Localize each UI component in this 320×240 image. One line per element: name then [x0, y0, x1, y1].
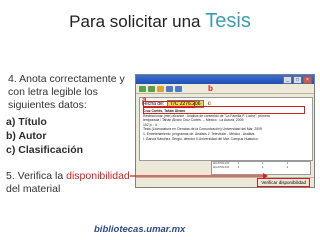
back-icon[interactable]: [139, 85, 146, 92]
folder-icon[interactable]: [157, 85, 164, 92]
table-cell: HUATULCO: [213, 164, 230, 169]
table-row: HUATULCO 1 1 1: [212, 164, 310, 170]
step-5-suffix: del material: [6, 183, 61, 195]
minimize-icon[interactable]: _: [283, 75, 292, 84]
print-icon[interactable]: [166, 85, 173, 92]
close-icon[interactable]: ×: [303, 75, 312, 84]
option-classification: c) Clasificación: [6, 144, 84, 156]
step-5-highlight: disponibilidad: [66, 170, 130, 182]
window-toolbar: [136, 84, 314, 94]
option-author: b) Autor: [6, 130, 47, 142]
table-cell: 1: [262, 164, 264, 169]
step-5-prefix: 5. Verifica la: [6, 170, 67, 182]
record-line: I. García Sánchez, Sergio, director II.U…: [143, 136, 259, 141]
maximize-icon[interactable]: □: [293, 75, 302, 84]
options-list: a) Título b) Autor c) Clasificación: [6, 115, 83, 157]
mail-icon[interactable]: [175, 85, 182, 92]
slide-title: Para solicitar una Tesis: [0, 10, 320, 33]
slide-title-prefix: Para solicitar una: [69, 12, 206, 31]
step-4-text: 4. Anota correctamente y con letra legib…: [8, 73, 125, 111]
table-cell: 1: [286, 164, 289, 169]
window-titlebar: _ □ ×: [136, 75, 314, 84]
option-title: a) Título: [6, 116, 47, 128]
callout-b-label: b: [208, 84, 213, 93]
slide-title-accent: Tesis: [205, 10, 251, 32]
forward-icon[interactable]: [148, 85, 155, 92]
author-highlight-box: [143, 101, 195, 108]
arrow-to-availability-icon: [130, 173, 268, 179]
table-cell: 1: [237, 164, 240, 169]
footer-website-link[interactable]: bibliotecas.umar.mx: [94, 224, 185, 235]
step-5-text: 5. Verifica la disponibilidad del materi…: [6, 170, 134, 196]
